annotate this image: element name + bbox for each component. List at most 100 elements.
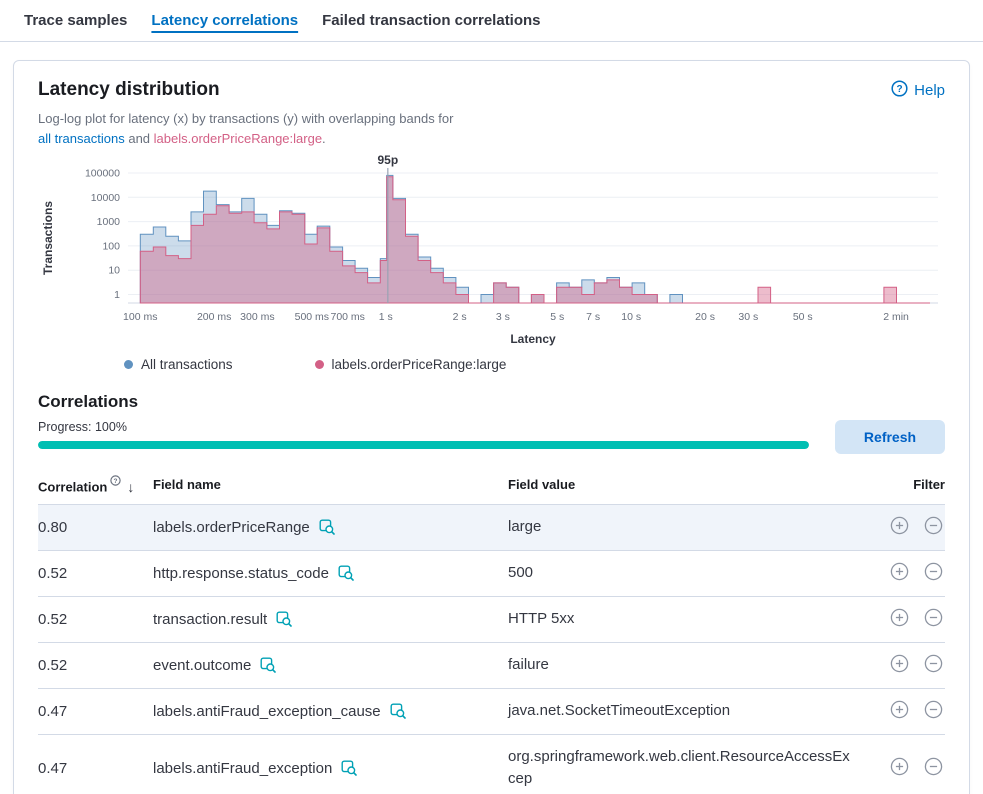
table-row[interactable]: 0.47labels.antiFraud_exception_cause java… (38, 688, 945, 734)
correlation-value: 0.52 (38, 596, 153, 642)
filter-include-icon[interactable] (890, 516, 909, 535)
table-row[interactable]: 0.80labels.orderPriceRange large (38, 504, 945, 550)
filter-exclude-icon[interactable] (924, 608, 943, 627)
chart-description: Log-log plot for latency (x) by transact… (38, 109, 945, 149)
filter-exclude-icon[interactable] (924, 562, 943, 581)
svg-text:Transactions: Transactions (41, 201, 55, 275)
help-label: Help (914, 82, 945, 99)
svg-text:10 s: 10 s (621, 311, 641, 323)
svg-text:1: 1 (114, 289, 120, 301)
tab-bar: Trace samples Latency correlations Failed … (0, 0, 983, 42)
svg-text:10: 10 (108, 265, 120, 277)
table-row[interactable]: 0.52http.response.status_code 500 (38, 550, 945, 596)
inspect-field-icon[interactable] (276, 611, 292, 627)
svg-text:20 s: 20 s (695, 311, 715, 323)
all-transactions-link[interactable]: all transactions (38, 131, 125, 146)
inspect-field-icon[interactable] (319, 519, 335, 535)
latency-correlations-panel: Latency distribution ? Help Log-log plot… (13, 60, 970, 794)
chart-svg: 110100100010000100000100 ms200 ms300 ms5… (38, 155, 947, 351)
filter-include-icon[interactable] (890, 562, 909, 581)
tab-trace-samples[interactable]: Trace samples (24, 12, 127, 41)
field-name: labels.antiFraud_exception (153, 760, 332, 777)
column-header-filter: Filter (868, 466, 945, 504)
svg-text:50 s: 50 s (793, 311, 813, 323)
svg-text:Latency: Latency (510, 332, 556, 346)
help-icon: ? (891, 80, 908, 101)
table-row[interactable]: 0.47labels.antiFraud_exception org.spring… (38, 734, 945, 794)
column-header-correlation[interactable]: Correlation?↓ (38, 466, 153, 504)
svg-text:30 s: 30 s (738, 311, 758, 323)
svg-text:2 s: 2 s (453, 311, 467, 323)
svg-text:200 ms: 200 ms (197, 311, 231, 323)
filter-include-icon[interactable] (890, 757, 909, 776)
svg-text:1 s: 1 s (379, 311, 393, 323)
filter-include-icon[interactable] (890, 608, 909, 627)
correlation-value: 0.47 (38, 688, 153, 734)
field-value: org.springframework.web.client.ResourceA… (508, 734, 868, 794)
field-value: failure (508, 642, 868, 688)
filter-include-icon[interactable] (890, 700, 909, 719)
filter-exclude-icon[interactable] (924, 654, 943, 673)
svg-text:5 s: 5 s (550, 311, 564, 323)
progress-bar (38, 441, 809, 449)
correlations-table: Correlation?↓ Field name Field value Fil… (38, 466, 945, 794)
legend-dot-icon (124, 360, 133, 369)
field-name: transaction.result (153, 611, 267, 628)
svg-text:500 ms: 500 ms (295, 311, 329, 323)
field-name: http.response.status_code (153, 565, 329, 582)
correlations-title: Correlations (38, 392, 945, 412)
svg-text:2 min: 2 min (883, 311, 909, 323)
legend-item[interactable]: labels.orderPriceRange:large (315, 357, 507, 372)
inspect-field-icon[interactable] (338, 565, 354, 581)
question-circle-icon: ? (110, 474, 121, 489)
correlation-value: 0.52 (38, 550, 153, 596)
svg-text:95p: 95p (377, 155, 398, 167)
svg-text:100: 100 (102, 241, 120, 253)
svg-text:?: ? (114, 478, 118, 485)
column-header-field-value: Field value (508, 466, 868, 504)
field-value: 500 (508, 550, 868, 596)
field-name: labels.antiFraud_exception_cause (153, 703, 381, 720)
progress-fill (38, 441, 809, 449)
legend-label: labels.orderPriceRange:large (332, 357, 507, 372)
table-row[interactable]: 0.52event.outcome failure (38, 642, 945, 688)
field-value: large (508, 504, 868, 550)
svg-text:300 ms: 300 ms (240, 311, 274, 323)
help-link[interactable]: ? Help (891, 80, 945, 101)
correlation-value: 0.52 (38, 642, 153, 688)
sort-descending-icon: ↓ (127, 479, 134, 495)
field-name: labels.orderPriceRange (153, 519, 310, 536)
legend-dot-icon (315, 360, 324, 369)
latency-distribution-chart[interactable]: 110100100010000100000100 ms200 ms300 ms5… (38, 155, 945, 351)
description-line1: Log-log plot for latency (x) by transact… (38, 111, 453, 126)
inspect-field-icon[interactable] (341, 760, 357, 776)
inspect-field-icon[interactable] (260, 657, 276, 673)
order-price-range-link[interactable]: labels.orderPriceRange:large (154, 131, 322, 146)
tab-latency-correlations[interactable]: Latency correlations (151, 12, 298, 41)
svg-text:100000: 100000 (85, 168, 120, 180)
inspect-field-icon[interactable] (390, 703, 406, 719)
filter-include-icon[interactable] (890, 654, 909, 673)
filter-exclude-icon[interactable] (924, 516, 943, 535)
panel-title: Latency distribution (38, 79, 220, 101)
svg-text:700 ms: 700 ms (330, 311, 364, 323)
tab-failed-transaction-correlations[interactable]: Failed transaction correlations (322, 12, 540, 41)
column-header-field-name: Field name (153, 466, 508, 504)
field-value: HTTP 5xx (508, 596, 868, 642)
svg-text:10000: 10000 (91, 192, 120, 204)
field-value: java.net.SocketTimeoutException (508, 688, 868, 734)
refresh-button[interactable]: Refresh (835, 420, 945, 454)
legend-label: All transactions (141, 357, 233, 372)
chart-legend: All transactions labels.orderPriceRange:l… (124, 357, 945, 372)
field-name: event.outcome (153, 657, 251, 674)
legend-item[interactable]: All transactions (124, 357, 233, 372)
svg-text:100 ms: 100 ms (123, 311, 157, 323)
filter-exclude-icon[interactable] (924, 700, 943, 719)
correlation-value: 0.80 (38, 504, 153, 550)
correlation-value: 0.47 (38, 734, 153, 794)
filter-exclude-icon[interactable] (924, 757, 943, 776)
svg-text:3 s: 3 s (496, 311, 510, 323)
svg-text:?: ? (897, 84, 903, 95)
table-row[interactable]: 0.52transaction.result HTTP 5xx (38, 596, 945, 642)
svg-text:7 s: 7 s (586, 311, 600, 323)
